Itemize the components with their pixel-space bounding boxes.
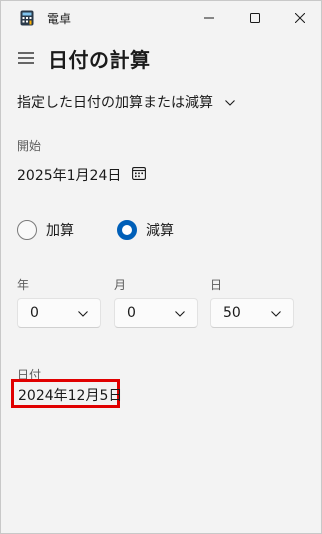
years-dropdown[interactable]: 0	[17, 298, 101, 328]
days-value: 50	[223, 305, 241, 321]
maximize-button[interactable]	[232, 1, 278, 35]
calculator-window: 電卓 日付の計算 指定した日付の加算または減算 開始 2025年1月24日 加算…	[0, 0, 322, 534]
chevron-down-icon	[175, 305, 185, 321]
chevron-down-icon	[225, 94, 235, 110]
title-bar[interactable]: 電卓	[1, 1, 321, 35]
calendar-icon[interactable]	[132, 166, 147, 184]
minimize-button[interactable]	[186, 1, 232, 35]
add-radio-label: 加算	[46, 223, 74, 239]
chevron-down-icon	[78, 305, 88, 321]
close-button[interactable]	[277, 1, 322, 35]
subtract-radio-label: 減算	[146, 223, 174, 239]
months-value: 0	[127, 305, 136, 321]
hamburger-menu-icon	[18, 49, 34, 68]
close-icon	[295, 13, 305, 23]
start-date-value: 2025年1月24日	[17, 168, 122, 184]
chevron-down-icon	[271, 305, 281, 321]
page-title: 日付の計算	[48, 48, 151, 72]
calculator-icon	[20, 10, 34, 26]
result-date-value: 2024年12月5日	[18, 388, 123, 404]
months-dropdown[interactable]: 0	[114, 298, 198, 328]
app-title: 電卓	[47, 12, 72, 26]
days-label: 日	[210, 278, 223, 292]
add-radio[interactable]: 加算	[17, 218, 74, 242]
calculation-mode-dropdown[interactable]: 指定した日付の加算または減算	[17, 92, 235, 112]
months-label: 月	[114, 278, 127, 292]
years-label: 年	[17, 278, 30, 292]
subtract-radio[interactable]: 減算	[117, 218, 174, 242]
days-dropdown[interactable]: 50	[210, 298, 294, 328]
hamburger-menu-button[interactable]	[15, 47, 37, 69]
maximize-icon	[250, 13, 260, 23]
minimize-icon	[204, 13, 214, 23]
years-value: 0	[30, 305, 39, 321]
calculation-mode-value: 指定した日付の加算または減算	[17, 95, 213, 111]
start-label: 開始	[17, 139, 42, 153]
subtract-radio-circle[interactable]	[117, 220, 137, 240]
start-date-picker[interactable]: 2025年1月24日	[17, 164, 147, 186]
add-radio-circle[interactable]	[17, 220, 37, 240]
